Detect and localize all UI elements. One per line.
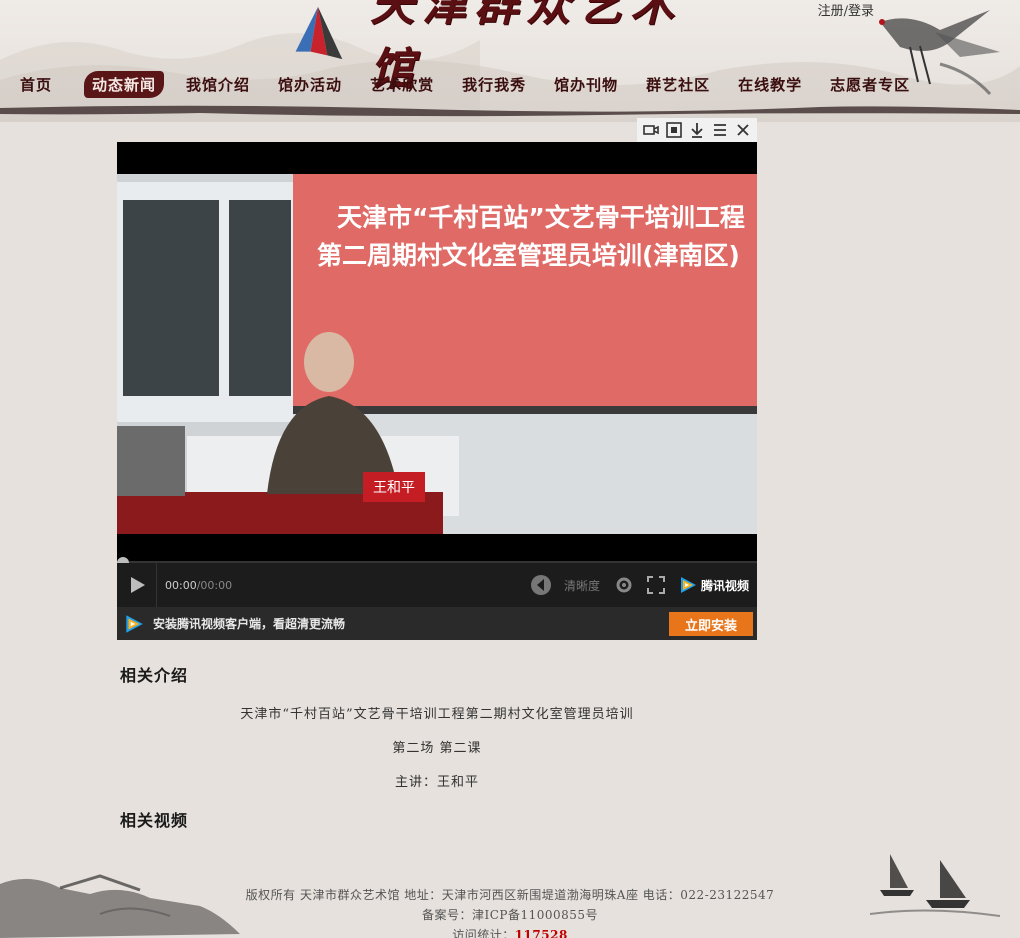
site-logo[interactable]: 天津群众艺术馆 xyxy=(290,0,710,95)
visit-label: 访问统计： xyxy=(452,928,515,938)
tencent-video-logo-icon xyxy=(680,577,696,593)
brush-stroke-divider xyxy=(0,105,1020,117)
nav-item-my-show[interactable]: 我行我秀 xyxy=(456,71,532,98)
video-caption-line2: 第二周期村文化室管理员培训(津南区) xyxy=(317,241,740,270)
nav-item-home[interactable]: 首页 xyxy=(14,71,58,98)
logo-mark-icon xyxy=(295,6,343,60)
nav-item-publications[interactable]: 馆办刊物 xyxy=(548,71,624,98)
tencent-video-small-logo-icon xyxy=(126,614,143,633)
tencent-video-brand[interactable]: 腾讯视频 xyxy=(678,575,749,595)
play-button[interactable] xyxy=(117,563,157,607)
related-videos-title: 相关视频 xyxy=(120,811,189,830)
nav-item-community[interactable]: 群艺社区 xyxy=(640,71,716,98)
visit-count: 117528 xyxy=(514,928,568,938)
nav-item-online-teaching[interactable]: 在线教学 xyxy=(732,71,808,98)
video-caption-line1: 天津市“千村百站”文艺骨干培训工程 xyxy=(337,203,745,232)
settings-gear-icon[interactable] xyxy=(614,575,634,595)
site-footer: 版权所有 天津市群众艺术馆 地址：天津市河西区新围堤道渤海明珠A座 电话：022… xyxy=(0,848,1020,938)
player-fullscreen-icon[interactable] xyxy=(646,575,666,595)
intro-line-2: 第二场 第二课 xyxy=(392,741,482,756)
time-total: /00:00 xyxy=(196,578,233,592)
nav-item-volunteers[interactable]: 志愿者专区 xyxy=(824,71,916,98)
footer-icp: 备案号：津ICP备11000855号 xyxy=(421,908,599,922)
main-nav: 首页 动态新闻 我馆介绍 馆办活动 艺术欣赏 我行我秀 馆办刊物 群艺社区 在线… xyxy=(14,70,932,98)
fullscreen-icon[interactable] xyxy=(665,121,683,139)
intro-section-title: 相关介绍 xyxy=(120,666,189,685)
time-current: 00:00 xyxy=(165,578,197,592)
footer-copyright: 版权所有 天津市群众艺术馆 地址：天津市河西区新围堤道渤海明珠A座 电话：022… xyxy=(245,888,775,902)
nameplate-text: 王和平 xyxy=(373,480,415,496)
nav-item-activities[interactable]: 馆办活动 xyxy=(272,71,348,98)
footer-visit-stats: 访问统计：117528 xyxy=(0,926,1020,938)
time-display: 00:00/00:00 xyxy=(165,579,232,592)
install-client-text: 安装腾讯视频客户端，看超清更流畅 xyxy=(153,617,346,631)
player-controls: 00:00/00:00 清晰度 腾讯视频 xyxy=(117,563,757,607)
video-frame[interactable]: 王和平 天津市“千村百站”文艺骨干培训工程 第二周期村文化室管理员培训(津南区) xyxy=(117,174,757,534)
install-now-button[interactable]: 立即安装 xyxy=(669,612,753,636)
player-toolbar xyxy=(637,118,757,142)
site-header: 天津群众艺术馆 注册/登录 首页 动态新闻 我馆介绍 馆办活动 艺术欣赏 我行我… xyxy=(0,0,1020,122)
nav-item-about[interactable]: 我馆介绍 xyxy=(180,71,256,98)
video-player[interactable]: 王和平 天津市“千村百站”文艺骨干培训工程 第二周期村文化室管理员培训(津南区)… xyxy=(117,142,757,640)
nav-item-news[interactable]: 动态新闻 xyxy=(84,70,165,98)
mini-window-icon[interactable] xyxy=(642,121,660,139)
close-icon[interactable] xyxy=(734,121,752,139)
intro-line-3: 主讲：王和平 xyxy=(394,775,479,790)
player-controls-right: 清晰度 腾讯视频 xyxy=(530,563,749,607)
volume-icon[interactable] xyxy=(530,574,552,596)
play-icon xyxy=(130,577,145,593)
menu-icon[interactable] xyxy=(711,121,729,139)
nav-item-art-appreciation[interactable]: 艺术欣赏 xyxy=(364,71,440,98)
download-icon[interactable] xyxy=(688,121,706,139)
tencent-video-label: 腾讯视频 xyxy=(700,578,749,593)
intro-line-1: 天津市“千村百站”文艺骨干培训工程第二期村文化室管理员培训 xyxy=(240,707,634,722)
install-client-bar: 安装腾讯视频客户端，看超清更流畅 立即安装 xyxy=(117,607,757,640)
quality-selector[interactable]: 清晰度 xyxy=(564,577,600,594)
